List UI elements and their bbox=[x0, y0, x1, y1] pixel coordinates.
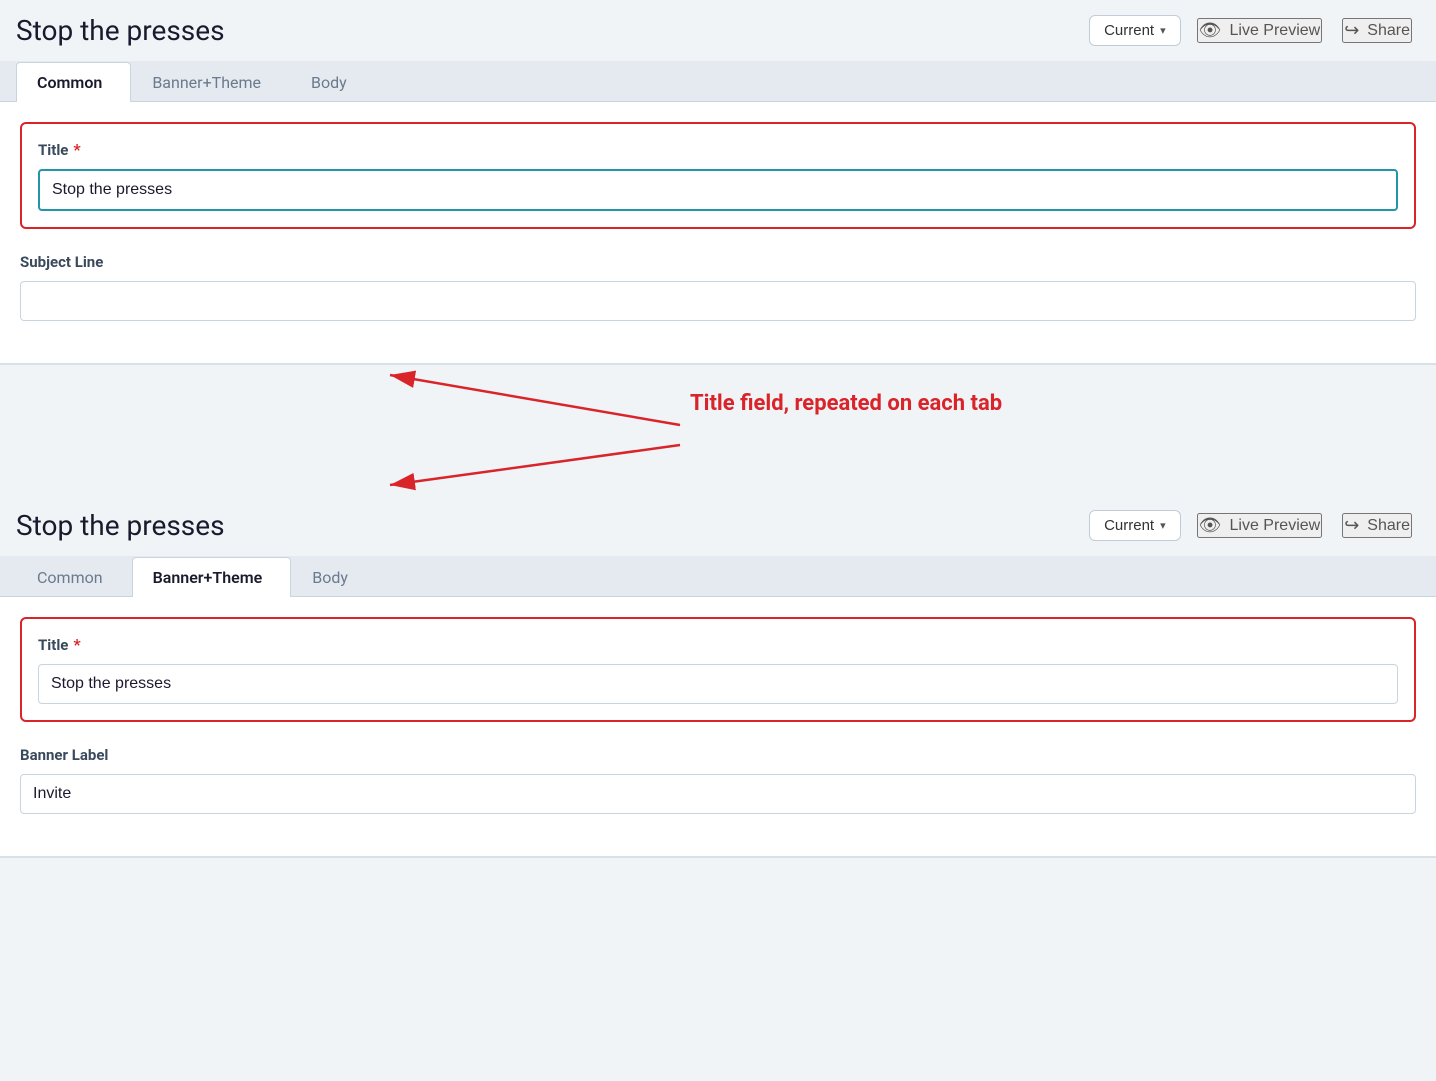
title-input-top[interactable] bbox=[38, 169, 1398, 211]
share-label-bottom: Share bbox=[1367, 517, 1410, 535]
top-header: Stop the presses Current ▾ 👁 Live Previe… bbox=[0, 0, 1436, 61]
banner-label-input-bottom[interactable] bbox=[20, 774, 1416, 814]
chevron-down-icon-bottom: ▾ bbox=[1160, 519, 1166, 532]
top-panel: Stop the presses Current ▾ 👁 Live Previe… bbox=[0, 0, 1436, 365]
subject-line-group-top: Subject Line bbox=[20, 253, 1416, 321]
banner-label-group-bottom: Banner Label bbox=[20, 746, 1416, 814]
tabs-bar-bottom: Common Banner+Theme Body bbox=[0, 556, 1436, 597]
eye-icon-top: 👁 bbox=[1199, 20, 1222, 41]
share-button-bottom[interactable]: ↪ Share bbox=[1342, 513, 1412, 538]
bottom-panel: Stop the presses Current ▾ 👁 Live Previe… bbox=[0, 495, 1436, 858]
header-actions-top: 👁 Live Preview ↪ Share bbox=[1197, 18, 1412, 43]
share-label-top: Share bbox=[1367, 22, 1410, 40]
share-icon-bottom: ↪ bbox=[1344, 515, 1359, 536]
tab-body-top[interactable]: Body bbox=[290, 62, 376, 102]
title-field-group-top: Title * bbox=[20, 122, 1416, 229]
required-star-bottom: * bbox=[73, 635, 80, 654]
subject-line-label-top: Subject Line bbox=[20, 253, 1416, 271]
page-title-top: Stop the presses bbox=[16, 14, 1073, 47]
title-label-bottom: Title * bbox=[38, 635, 1398, 654]
tab-banner-theme-bottom[interactable]: Banner+Theme bbox=[132, 557, 292, 597]
annotation-area: Title field, repeated on each tab bbox=[0, 365, 1436, 495]
version-dropdown-bottom[interactable]: Current ▾ bbox=[1089, 510, 1181, 541]
required-star-top: * bbox=[73, 140, 80, 159]
tab-body-bottom[interactable]: Body bbox=[291, 557, 377, 597]
annotation-text: Title field, repeated on each tab bbox=[690, 390, 1002, 419]
tab-banner-theme-top[interactable]: Banner+Theme bbox=[131, 62, 290, 102]
live-preview-label-top: Live Preview bbox=[1230, 22, 1321, 40]
banner-label-label-bottom: Banner Label bbox=[20, 746, 1416, 764]
tabs-bar-top: Common Banner+Theme Body bbox=[0, 61, 1436, 102]
live-preview-label-bottom: Live Preview bbox=[1230, 517, 1321, 535]
share-icon-top: ↪ bbox=[1344, 20, 1359, 41]
chevron-down-icon-top: ▾ bbox=[1160, 24, 1166, 37]
title-field-group-bottom: Title * bbox=[20, 617, 1416, 722]
title-label-top: Title * bbox=[38, 140, 1398, 159]
version-label-top: Current bbox=[1104, 22, 1154, 39]
share-button-top[interactable]: ↪ Share bbox=[1342, 18, 1412, 43]
page-title-bottom: Stop the presses bbox=[16, 509, 1073, 542]
annotation-arrows bbox=[0, 365, 1436, 495]
live-preview-button-bottom[interactable]: 👁 Live Preview bbox=[1197, 513, 1323, 538]
bottom-content-area: Title * Banner Label bbox=[0, 597, 1436, 856]
header-actions-bottom: 👁 Live Preview ↪ Share bbox=[1197, 513, 1412, 538]
tab-common-top[interactable]: Common bbox=[16, 62, 131, 102]
live-preview-button-top[interactable]: 👁 Live Preview bbox=[1197, 18, 1323, 43]
tab-common-bottom[interactable]: Common bbox=[16, 557, 132, 597]
eye-icon-bottom: 👁 bbox=[1199, 515, 1222, 536]
bottom-header: Stop the presses Current ▾ 👁 Live Previe… bbox=[0, 495, 1436, 556]
title-input-bottom[interactable] bbox=[38, 664, 1398, 704]
version-label-bottom: Current bbox=[1104, 517, 1154, 534]
subject-line-input-top[interactable] bbox=[20, 281, 1416, 321]
version-dropdown-top[interactable]: Current ▾ bbox=[1089, 15, 1181, 46]
top-content-area: Title * Subject Line bbox=[0, 102, 1436, 363]
